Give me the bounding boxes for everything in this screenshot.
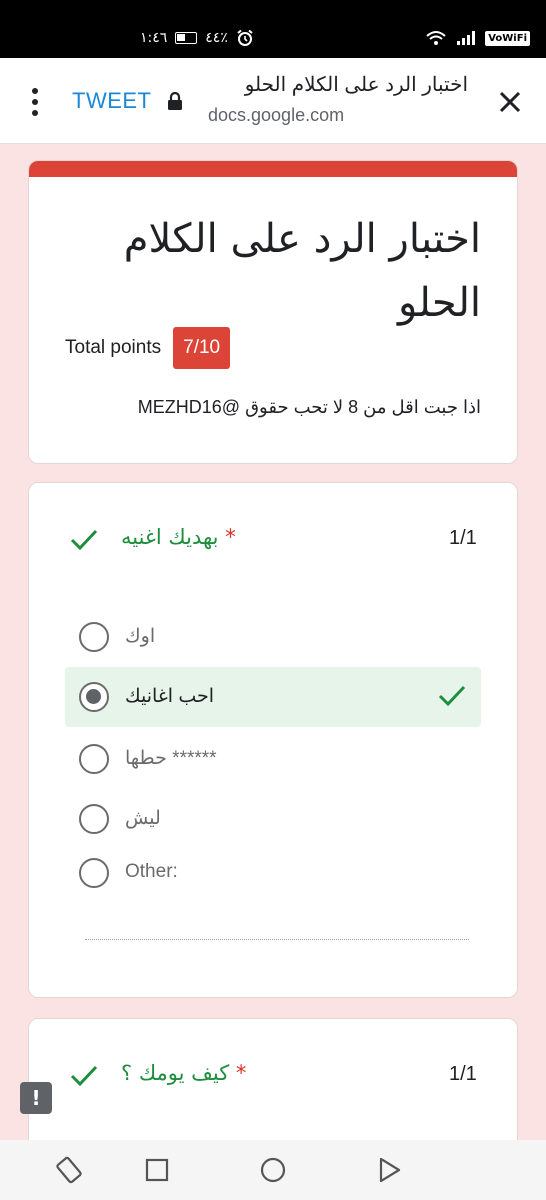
total-points-row: Total points 7/10 (65, 327, 231, 369)
form-title: اختبار الرد على الكلام الحلو (123, 216, 481, 326)
total-points-label: Total points (65, 337, 162, 358)
close-icon[interactable] (496, 88, 524, 116)
wifi-icon (426, 31, 446, 45)
option-item[interactable]: حطها ****** (65, 729, 481, 789)
status-bar: ١:٤٦ ٤٤٪ VoWiFi (0, 0, 546, 58)
correct-check-icon (438, 685, 466, 707)
option-item-selected[interactable]: احب اغانيك (65, 667, 481, 727)
vowifi-badge: VoWiFi (485, 30, 530, 46)
signal-icon (457, 31, 476, 45)
question-header: 1/1 * كيف يومك ؟ (29, 1059, 517, 1095)
option-item[interactable]: اوك (65, 607, 481, 667)
required-mark: * (235, 1061, 247, 1085)
rotate-icon[interactable] (54, 1155, 84, 1185)
option-label: اوك (125, 626, 156, 647)
feedback-icon[interactable]: ! (20, 1082, 52, 1114)
browser-bar: TWEET اختبار الرد على الكلام الحلو docs.… (0, 58, 546, 144)
question-title: * كيف يومك ؟ (121, 1061, 246, 1085)
form-header-card: اختبار الرد على الكلام الحلو Total point… (28, 160, 518, 464)
required-mark: * (225, 525, 236, 549)
navigation-bar (0, 1140, 546, 1200)
battery-level: ٤٤٪ (205, 30, 228, 46)
score-badge: 7/10 (173, 327, 231, 369)
question-title-text: كيف يومك ؟ (121, 1061, 230, 1085)
question-title-text: بهديك اغنيه (121, 525, 219, 549)
more-options-icon[interactable] (28, 88, 42, 116)
question-points: 1/1 (449, 1063, 477, 1085)
radio-button[interactable] (79, 804, 109, 834)
question-title: * بهديك اغنيه (121, 525, 236, 549)
header-accent-bar (29, 161, 517, 177)
option-label: حطها ****** (125, 748, 217, 769)
option-label: ليش (125, 808, 161, 829)
radio-button[interactable] (79, 858, 109, 888)
option-item-other[interactable]: Other: (65, 843, 481, 903)
other-input-underline[interactable] (85, 939, 469, 940)
question-points: 1/1 (449, 527, 477, 549)
lock-icon (168, 92, 182, 110)
radio-button[interactable] (79, 622, 109, 652)
option-label: احب اغانيك (125, 686, 214, 707)
status-left: ١:٤٦ ٤٤٪ (140, 26, 254, 50)
correct-check-icon (70, 1065, 98, 1087)
page-title: اختبار الرد على الكلام الحلو (244, 74, 468, 96)
tweet-button[interactable]: TWEET (72, 88, 152, 114)
battery-icon (175, 32, 198, 44)
question-card: 1/1 * بهديك اغنيه اوك احب اغانيك حطها **… (28, 482, 518, 998)
url-block[interactable]: اختبار الرد على الكلام الحلو docs.google… (208, 72, 468, 126)
radio-button[interactable] (79, 744, 109, 774)
radio-button-checked[interactable] (79, 682, 109, 712)
form-description: اذا جبت اقل من 8 لا تحب حقوق @MEZHD16 (137, 397, 481, 417)
status-time: ١:٤٦ (140, 30, 168, 46)
question-header: 1/1 * بهديك اغنيه (29, 523, 517, 559)
home-icon[interactable] (258, 1155, 288, 1185)
recents-icon[interactable] (142, 1155, 172, 1185)
back-icon[interactable] (374, 1155, 404, 1185)
option-label: Other: (125, 861, 178, 882)
option-item[interactable]: ليش (65, 789, 481, 849)
url-host: docs.google.com (208, 105, 345, 125)
status-right: VoWiFi (425, 26, 530, 50)
correct-check-icon (70, 529, 98, 551)
alarm-icon (237, 29, 253, 46)
